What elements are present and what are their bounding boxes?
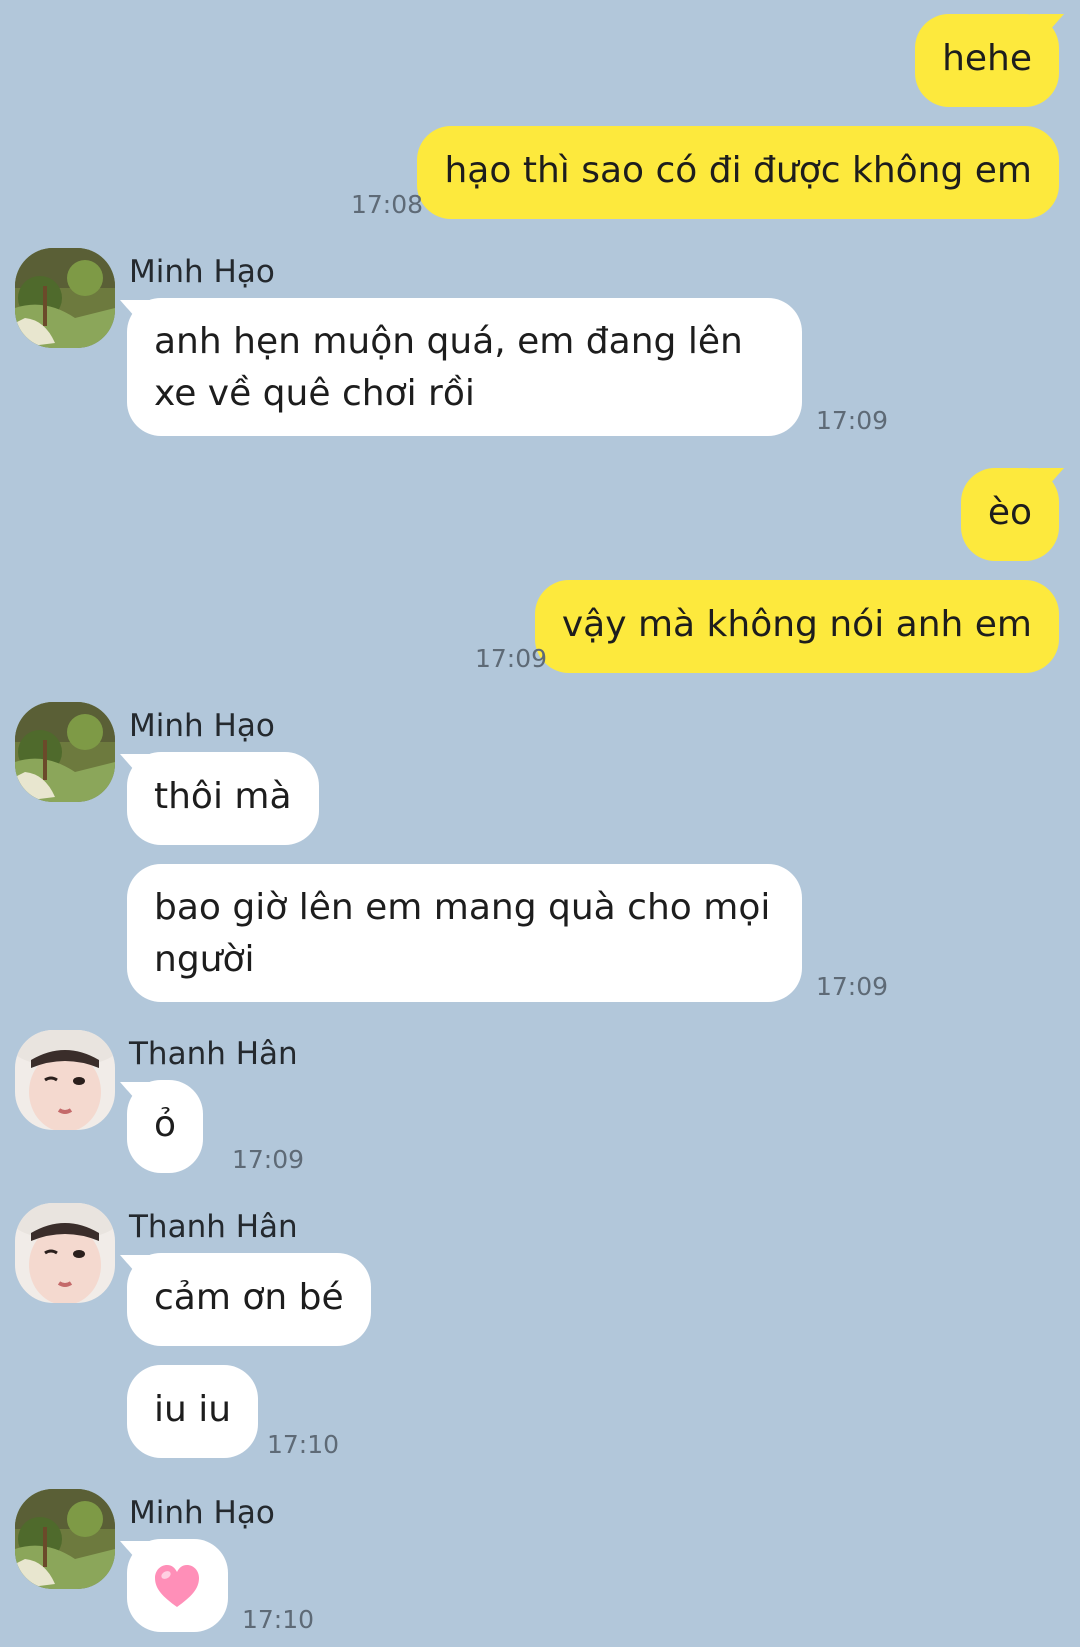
message-time: 17:09 [816, 406, 889, 435]
sender-name: Thanh Hân [129, 1209, 298, 1245]
sender-name: Thanh Hân [129, 1036, 298, 1072]
outgoing-message[interactable]: hạo thì sao có đi được không em [417, 126, 1059, 219]
outgoing-message[interactable]: hehe [915, 14, 1059, 107]
avatar-thanh-han[interactable] [15, 1030, 115, 1130]
message-time: 17:09 [816, 972, 889, 1001]
avatar-thanh-han[interactable] [15, 1203, 115, 1303]
message-time: 17:10 [242, 1605, 315, 1634]
pink-heart-icon [155, 1565, 199, 1607]
message-time: 17:09 [232, 1145, 305, 1174]
message-time: 17:08 [351, 190, 424, 219]
chat-message-list[interactable]: hehe hạo thì sao có đi được không em 17:… [0, 0, 1080, 1647]
outgoing-message[interactable]: vậy mà không nói anh em [534, 580, 1059, 673]
sender-name: Minh Hạo [129, 254, 275, 290]
avatar-minh-hao[interactable] [15, 248, 115, 348]
incoming-message[interactable]: anh hẹn muộn quá, em đang lên xe về quê … [127, 298, 802, 436]
incoming-message[interactable]: ỏ [127, 1080, 204, 1173]
message-time: 17:10 [267, 1430, 340, 1459]
sender-name: Minh Hạo [129, 1495, 275, 1531]
outgoing-message[interactable]: èo [960, 468, 1059, 561]
avatar-minh-hao[interactable] [15, 1489, 115, 1589]
incoming-message[interactable]: iu iu [127, 1365, 259, 1458]
incoming-message[interactable]: thôi mà [127, 752, 319, 845]
sender-name: Minh Hạo [129, 708, 275, 744]
incoming-message[interactable] [127, 1539, 228, 1632]
message-time: 17:09 [475, 644, 548, 673]
avatar-minh-hao[interactable] [15, 702, 115, 802]
incoming-message[interactable]: bao giờ lên em mang quà cho mọi người [127, 864, 802, 1002]
incoming-message[interactable]: cảm ơn bé [127, 1253, 371, 1346]
